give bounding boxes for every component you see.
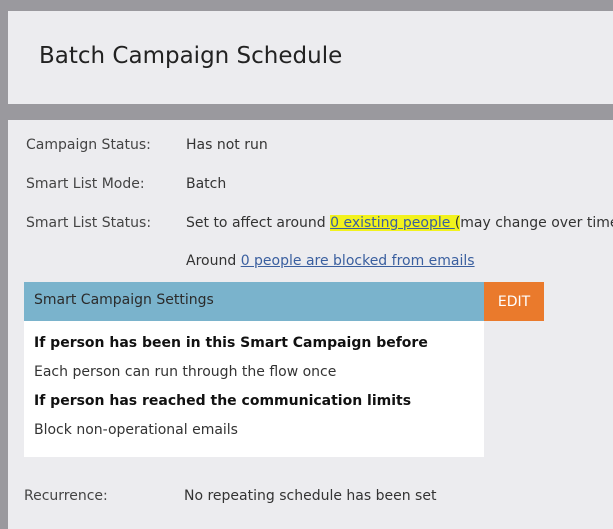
smart-list-status-prefix: Set to affect around <box>186 215 331 231</box>
edit-button[interactable]: EDIT <box>484 282 544 321</box>
settings-rule-heading-1: If person has been in this Smart Campaig… <box>34 335 428 351</box>
settings-body: If person has been in this Smart Campaig… <box>24 321 484 457</box>
recurrence-value: No repeating schedule has been set <box>184 488 437 504</box>
smart-list-status-highlight: 0 existing people ( <box>330 215 461 231</box>
smart-list-status-label: Smart List Status: <box>26 215 152 231</box>
settings-title: Smart Campaign Settings <box>34 292 214 308</box>
details-panel: Campaign Status: Has not run Smart List … <box>8 120 613 529</box>
settings-rule-value-2: Block non-operational emails <box>34 422 238 438</box>
campaign-status-label: Campaign Status: <box>26 137 151 153</box>
settings-rule-value-1: Each person can run through the flow onc… <box>34 364 337 380</box>
header-panel: Batch Campaign Schedule <box>8 11 613 104</box>
smart-campaign-settings-bar: Smart Campaign Settings <box>24 282 484 321</box>
campaign-status-value: Has not run <box>186 137 268 153</box>
smart-list-mode-value: Batch <box>186 176 227 192</box>
existing-people-link[interactable]: 0 existing people <box>330 215 455 231</box>
smart-list-status-suffix: may change over time) <box>460 215 613 231</box>
blocked-prefix: Around <box>186 253 241 269</box>
recurrence-label: Recurrence: <box>24 488 108 504</box>
blocked-people-value: Around 0 people are blocked from emails <box>186 253 475 269</box>
settings-rule-heading-2: If person has reached the communication … <box>34 393 412 409</box>
smart-list-status-value: Set to affect around 0 existing people (… <box>186 215 613 231</box>
blocked-people-link[interactable]: 0 people are blocked from emails <box>241 253 475 269</box>
smart-list-mode-label: Smart List Mode: <box>26 176 145 192</box>
page-title: Batch Campaign Schedule <box>39 43 343 69</box>
